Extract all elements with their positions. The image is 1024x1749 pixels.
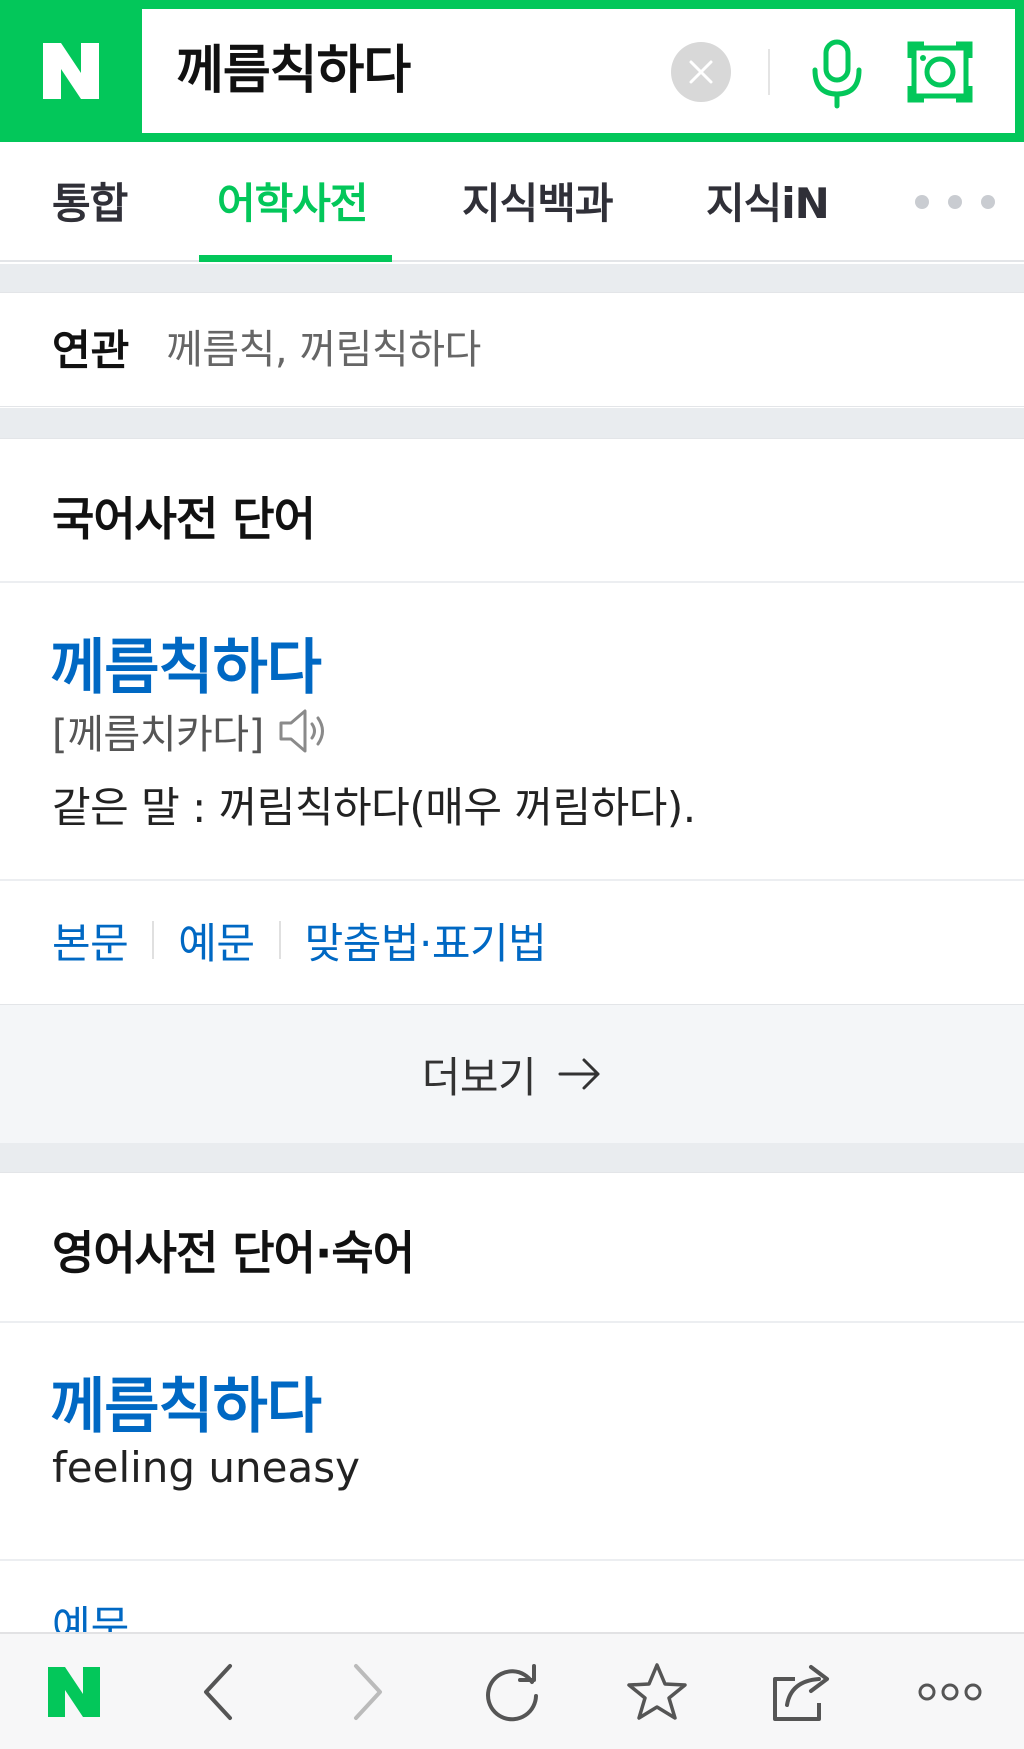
english-dictionary-card: 영어사전 단어·숙어 께름칙하다 feeling uneasy 예문 [0,1172,1024,1632]
microphone-icon [812,39,862,109]
star-icon [627,1662,687,1720]
search-box[interactable]: 께름칙하다 [142,9,1015,133]
tab-integrated[interactable]: 통합 [52,142,128,262]
more-results-button[interactable]: 더보기 [0,1004,1024,1143]
section-gap [0,1143,1024,1172]
search-divider [768,49,770,95]
chevron-left-icon [204,1663,232,1720]
english-meaning: feeling uneasy [52,1443,360,1492]
divider [0,581,1024,583]
related-label: 연관 [52,326,130,375]
related-keywords[interactable]: 께름칙, 꺼림칙하다 [166,293,481,408]
bookmark-button[interactable] [607,1634,707,1749]
section-gap [0,408,1024,438]
close-icon [689,60,713,84]
link-examples[interactable]: 예문 [178,910,255,971]
more-dot-icon [981,195,995,209]
naver-logo[interactable] [0,0,142,142]
search-input[interactable]: 께름칙하다 [176,9,411,133]
search-tabs: 통합 어학사전 지식백과 지식iN [0,142,1024,262]
refresh-icon [486,1663,538,1721]
korean-definition: 같은 말 : 꺼림칙하다(매우 꺼림하다). [52,783,696,832]
active-tab-indicator [199,255,392,262]
korean-entry-links: 본문 예문 맞춤법·표기법 [52,879,547,1001]
chevron-right-icon [354,1663,382,1720]
share-button[interactable] [752,1634,852,1749]
link-english-examples[interactable]: 예문 [52,1593,129,1632]
link-separator [278,921,281,959]
pronunciation-text: [께름치카다] [52,712,264,758]
korean-dictionary-card: 국어사전 단어 께름칙하다 [께름치카다] 같은 말 : 꺼림칙하다(매우 꺼림… [0,438,1024,1143]
more-dot-icon [915,195,929,209]
pronunciation-audio-button[interactable] [278,707,330,755]
tab-language-dictionary[interactable]: 어학사전 [217,142,369,262]
more-horizontal-icon [918,1683,982,1700]
english-entry-word[interactable]: 께름칙하다 [50,1358,322,1445]
link-main-text[interactable]: 본문 [52,910,129,971]
image-search-button[interactable] [902,37,978,107]
link-spelling[interactable]: 맞춤법·표기법 [305,910,547,971]
arrow-right-icon [558,1056,602,1092]
more-tabs-button[interactable] [915,190,995,214]
naver-logo-icon [43,43,99,99]
link-separator [152,921,155,959]
refresh-button[interactable] [462,1634,562,1749]
voice-search-button[interactable] [802,37,872,111]
section-gap [0,264,1024,292]
tab-knowledge-in[interactable]: 지식iN [706,142,830,262]
search-header: 께름칙하다 [0,0,1024,142]
more-menu-button[interactable] [900,1634,1000,1749]
english-dictionary-title: 영어사전 단어·숙어 [52,1226,415,1280]
more-dot-icon [948,195,962,209]
camera-lens-icon [907,41,973,103]
speaker-icon [279,709,324,753]
pronunciation-row: [께름치카다] [52,702,330,760]
forward-button[interactable] [318,1634,418,1749]
more-label: 더보기 [421,1052,537,1102]
back-button[interactable] [168,1634,268,1749]
tab-encyclopedia[interactable]: 지식백과 [462,142,614,262]
korean-entry-word[interactable]: 께름칙하다 [50,619,322,706]
related-searches: 연관 께름칙, 꺼림칙하다 [0,292,1024,407]
divider [0,1321,1024,1323]
naver-logo-icon [48,1666,100,1717]
home-button[interactable] [24,1634,124,1749]
clear-search-button[interactable] [671,42,731,102]
share-icon [773,1664,829,1721]
divider [0,1559,1024,1561]
korean-dictionary-title: 국어사전 단어 [52,492,316,546]
browser-bottom-nav [0,1632,1024,1749]
